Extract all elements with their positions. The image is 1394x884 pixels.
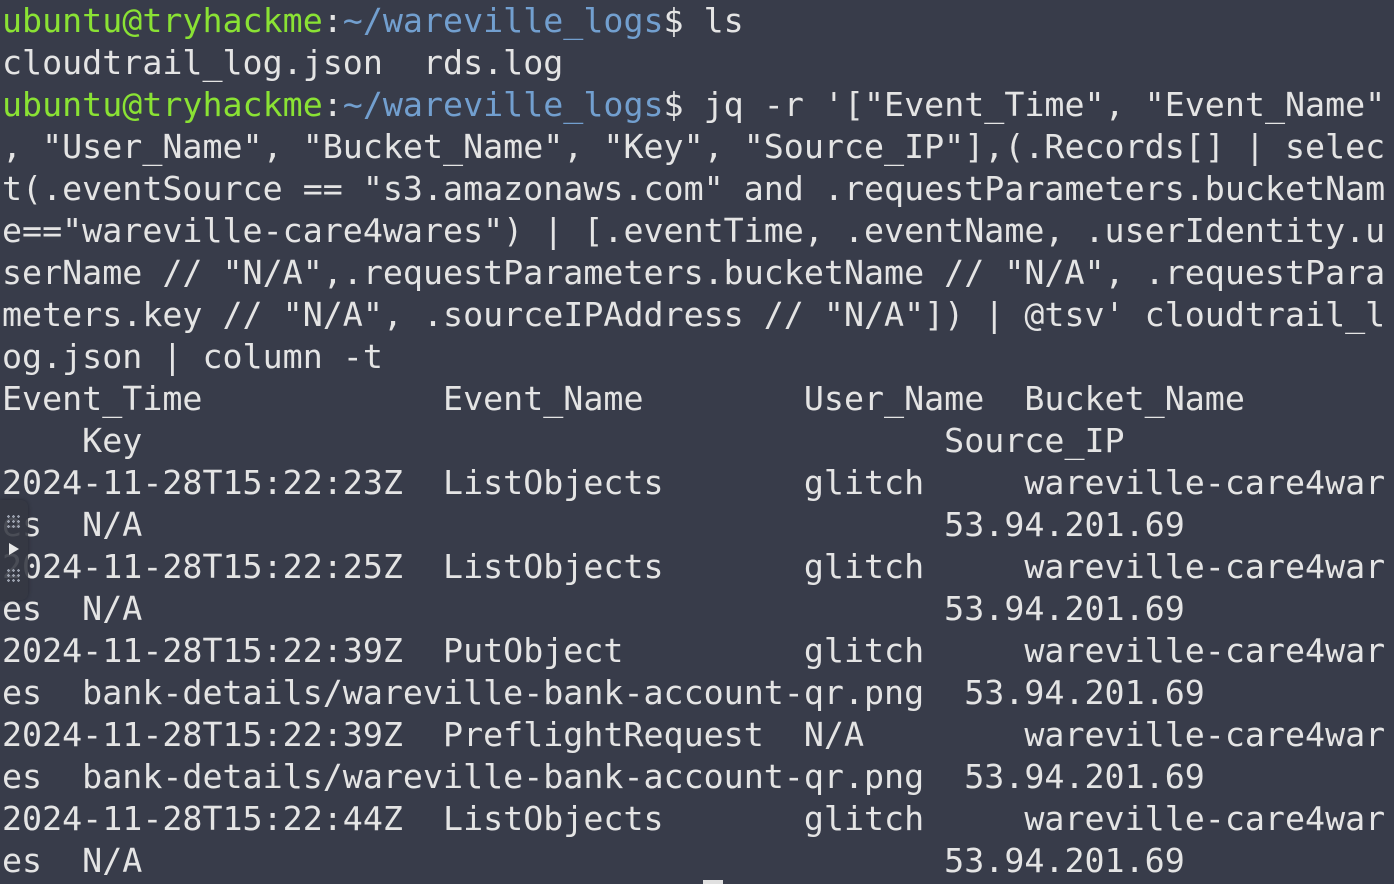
table-row: 2024-11-28T15:22:25Z ListObjects glitch … — [2, 547, 1386, 586]
command-jq-line: e=="wareville-care4wares") | [.eventTime… — [2, 211, 1386, 250]
table-row-wrap: es bank-details/wareville-bank-account-q… — [2, 673, 1205, 712]
table-header-row-wrap: Key Source_IP — [2, 421, 1125, 460]
prompt-symbol: $ — [663, 1, 704, 40]
drag-grip-icon — [6, 568, 20, 582]
command-jq-line: t(.eventSource == "s3.amazonaws.com" and… — [2, 169, 1386, 208]
prompt-line-1: ubuntu@tryhackme:~/wareville_logs$ ls — [2, 0, 1394, 42]
command-ls: ls — [703, 1, 744, 40]
terminal-window[interactable]: ubuntu@tryhackme:~/wareville_logs$ ls cl… — [2, 0, 1394, 884]
table-row: 2024-11-28T15:22:39Z PreflightRequest N/… — [2, 715, 1386, 754]
command-jq-line: jq -r '["Event_Time", "Event_Name" — [703, 85, 1386, 124]
drag-grip-icon — [6, 514, 20, 528]
command-jq-line: og.json | column -t — [2, 337, 383, 376]
table-row: 2024-11-28T15:22:39Z PutObject glitch wa… — [2, 631, 1386, 670]
side-panel-handle[interactable] — [0, 500, 28, 600]
prompt-user-host: ubuntu@tryhackme — [2, 85, 323, 124]
command-jq-line: serName // "N/A",.requestParameters.buck… — [2, 253, 1386, 292]
command-jq-line: meters.key // "N/A", .sourceIPAddress //… — [2, 295, 1386, 334]
table-row-wrap: es N/A 53.94.201.69 — [2, 589, 1185, 628]
prompt-path: ~/wareville_logs — [342, 85, 664, 124]
command-jq-line: , "User_Name", "Bucket_Name", "Key", "So… — [2, 127, 1386, 166]
prompt-user-host: ubuntu@tryhackme — [2, 1, 323, 40]
scroll-indicator[interactable] — [703, 880, 723, 884]
table-row-wrap: es N/A 53.94.201.69 — [2, 841, 1185, 880]
ls-output: cloudtrail_log.json rds.log — [2, 43, 564, 82]
prompt-line-2: ubuntu@tryhackme:~/wareville_logs$ jq -r… — [2, 84, 1394, 126]
table-row-wrap: es N/A 53.94.201.69 — [2, 505, 1185, 544]
table-header-row: Event_Time Event_Name User_Name Bucket_N… — [2, 379, 1245, 418]
prompt-separator: : — [322, 1, 343, 40]
prompt-path: ~/wareville_logs — [342, 1, 664, 40]
table-row-wrap: es bank-details/wareville-bank-account-q… — [2, 757, 1205, 796]
play-icon[interactable] — [9, 543, 19, 555]
table-row: 2024-11-28T15:22:44Z ListObjects glitch … — [2, 799, 1386, 838]
prompt-separator: : — [322, 85, 343, 124]
prompt-symbol: $ — [663, 85, 704, 124]
table-row: 2024-11-28T15:22:23Z ListObjects glitch … — [2, 463, 1386, 502]
